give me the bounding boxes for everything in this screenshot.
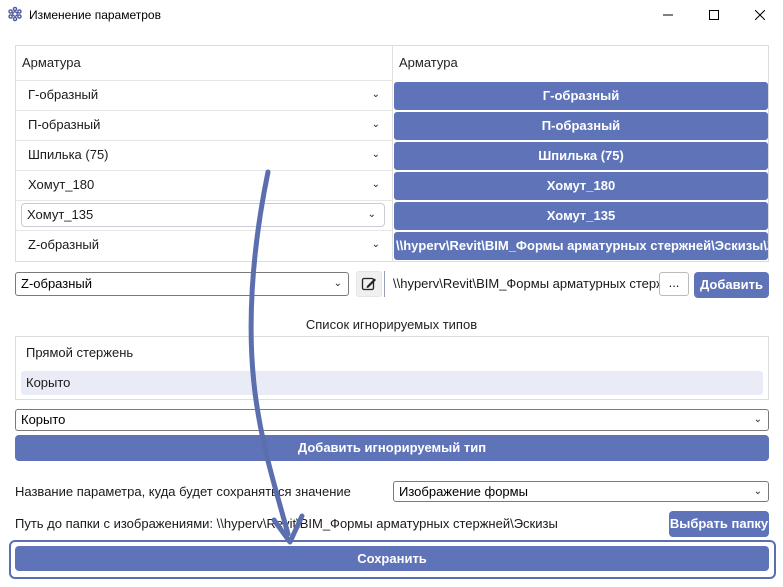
- row-type-select[interactable]: П-образный ⌄: [18, 111, 388, 139]
- add-mapping-button[interactable]: Добавить: [694, 272, 769, 298]
- shape-type-select[interactable]: Z-образный ⌄: [15, 272, 349, 296]
- chevron-down-icon: ⌄: [371, 179, 380, 190]
- chevron-down-icon: ⌄: [371, 149, 380, 160]
- param-name-label: Название параметра, куда будет сохранять…: [15, 484, 351, 499]
- row-type-select[interactable]: Хомут_180 ⌄: [18, 171, 388, 199]
- chevron-down-icon: ⌄: [371, 119, 380, 130]
- row-type-value: Г-образный: [28, 87, 99, 102]
- folder-path-label: Путь до папки с изображениями: \\hyperv\…: [15, 516, 558, 531]
- title-bar: Изменение параметров: [0, 0, 783, 30]
- right-column-header: Арматура: [399, 55, 458, 70]
- row-value-button[interactable]: \\hyperv\Revit\BIM_Формы арматурных стер…: [394, 232, 768, 260]
- close-button[interactable]: [737, 0, 783, 30]
- row-value-button[interactable]: П-образный: [394, 112, 768, 140]
- edit-icon: [361, 277, 376, 291]
- ignore-type-select[interactable]: Корыто ⌄: [15, 409, 769, 431]
- row-type-value: П-образный: [28, 117, 101, 132]
- ignore-section-label: Список игнорируемых типов: [305, 317, 478, 332]
- row-type-value: Хомут_180: [28, 177, 95, 192]
- shape-type-value: Z-образный: [21, 276, 93, 291]
- chevron-down-icon: ⌄: [367, 209, 376, 220]
- row-type-select[interactable]: Хомут_135 ⌄: [21, 203, 385, 227]
- ignore-list: Прямой стержень Корыто: [15, 336, 769, 400]
- row-type-select[interactable]: Шпилька (75) ⌄: [18, 141, 388, 169]
- chevron-down-icon: ⌄: [753, 414, 762, 425]
- app-logo-icon: [8, 6, 22, 22]
- maximize-button[interactable]: [691, 0, 737, 30]
- ignore-type-value: Корыто: [21, 412, 66, 427]
- row-type-value: Хомут_135: [27, 207, 94, 222]
- chevron-down-icon: ⌄: [371, 89, 380, 100]
- row-value-button[interactable]: Шпилька (75): [394, 142, 768, 170]
- browse-button[interactable]: ...: [659, 272, 689, 296]
- row-value-button[interactable]: Г-образный: [394, 82, 768, 110]
- mapping-table: Арматура Арматура Г-образный ⌄ Г-образны…: [15, 45, 769, 262]
- row-type-value: Z-образный: [28, 237, 100, 252]
- row-type-value: Шпилька (75): [28, 147, 109, 162]
- minimize-button[interactable]: [645, 0, 691, 30]
- choose-folder-button[interactable]: Выбрать папку: [669, 511, 769, 537]
- annotation-highlight-frame: [9, 540, 776, 579]
- chevron-down-icon: ⌄: [333, 278, 342, 289]
- chevron-down-icon: ⌄: [371, 239, 380, 250]
- list-item[interactable]: Прямой стержень: [21, 341, 763, 365]
- image-path-input[interactable]: \\hyperv\Revit\BIM_Формы арматурных стер…: [384, 271, 659, 297]
- column-divider: [392, 46, 393, 261]
- param-name-value: Изображение формы: [399, 484, 528, 499]
- minimize-icon: [663, 14, 673, 16]
- row-value-button[interactable]: Хомут_135: [394, 202, 768, 230]
- row-value-button[interactable]: Хомут_180: [394, 172, 768, 200]
- edit-path-button[interactable]: [356, 271, 382, 297]
- row-divider: [16, 200, 392, 201]
- left-column-header: Арматура: [22, 55, 81, 70]
- row-type-select[interactable]: Z-образный ⌄: [18, 231, 388, 259]
- chevron-down-icon: ⌄: [753, 486, 762, 497]
- list-item[interactable]: Корыто: [21, 371, 763, 395]
- maximize-icon: [709, 10, 719, 20]
- window-title: Изменение параметров: [29, 8, 161, 22]
- param-name-select[interactable]: Изображение формы ⌄: [393, 481, 769, 502]
- add-ignored-type-button[interactable]: Добавить игнорируемый тип: [15, 435, 769, 461]
- row-type-select[interactable]: Г-образный ⌄: [18, 81, 388, 109]
- close-icon: [755, 10, 765, 20]
